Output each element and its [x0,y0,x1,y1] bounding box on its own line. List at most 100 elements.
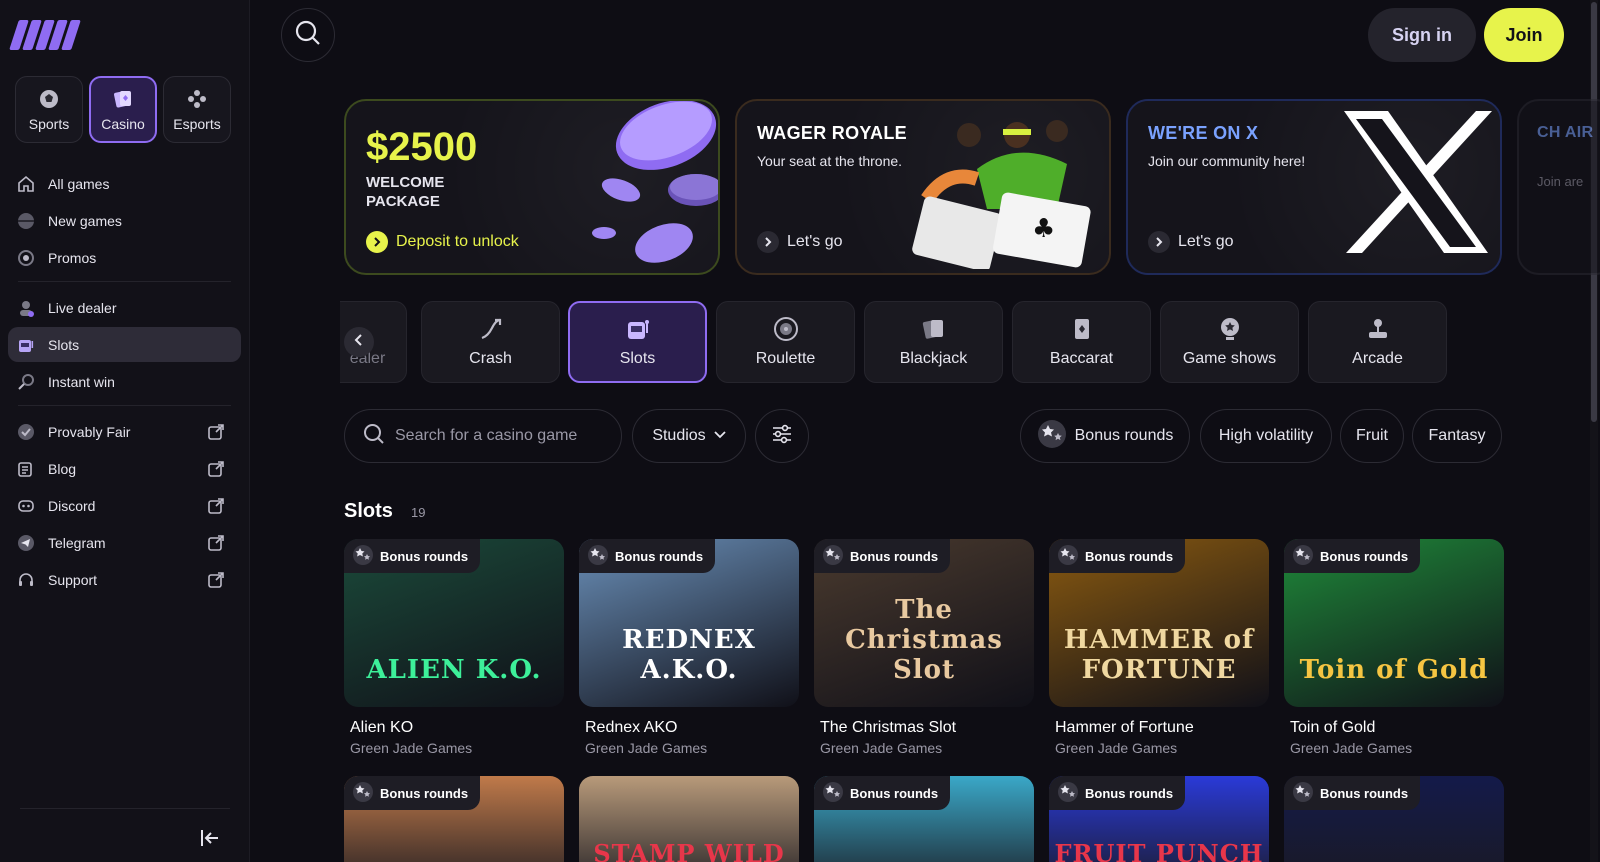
game-thumbnail[interactable]: Bonus rounds [814,776,1034,862]
game-card[interactable]: STAMP WILD [579,776,799,862]
global-search-button[interactable] [281,8,335,62]
sidebar-item-label: Instant win [48,373,115,390]
lets-go-link[interactable]: Let's go [757,231,843,253]
sidebar-divider [18,405,231,406]
game-thumbnail[interactable]: Bonus rounds Toin of Gold [1284,539,1504,707]
game-card[interactable]: Bonus rounds FRUIT PUNCH [1049,776,1269,862]
chip-slots[interactable]: Slots [568,301,707,383]
x-community-banner[interactable]: WE'RE ON X Join our community here! Let'… [1126,99,1502,275]
chip-blackjack[interactable]: Blackjack [864,301,1003,383]
sidebar-item-label: Promos [48,249,97,266]
chip-baccarat[interactable]: Baccarat [1012,301,1151,383]
slot-machine-icon [625,316,651,342]
game-thumbnail[interactable]: Bonus rounds REDNEX A.K.O. [579,539,799,707]
game-card[interactable]: Bonus rounds REDNEX A.K.O. Rednex AKO Green… [579,539,799,756]
bonus-rounds-badge: Bonus rounds [579,539,716,573]
casino-cards-icon [112,88,134,110]
game-search-input[interactable] [395,427,615,445]
welcome-package-banner[interactable]: $2500 WELCOME PACKAGE Deposit to unlock [344,99,720,275]
brand-logo[interactable] [9,20,81,50]
banner-description: Join our community here! [1148,153,1306,169]
game-card[interactable]: Bonus rounds HAMMER of FORTUNE Hammer of F… [1049,539,1269,756]
bonus-rounds-badge: Bonus rounds [1049,539,1186,573]
card-icon [1069,316,1095,342]
category-sports[interactable]: Sports [15,76,83,143]
sidebar-item-live-dealer[interactable]: Live dealer [8,290,241,325]
stars-icon [1292,781,1314,806]
game-thumbnail[interactable]: Bonus rounds HAMMER of FORTUNE [1049,539,1269,707]
tag-fantasy[interactable]: Fantasy [1412,409,1502,463]
sidebar-item-label: Telegram [48,534,106,551]
game-art-title: Toin of Gold [1299,655,1489,685]
sidebar-item-label: All games [48,175,110,192]
tag-fruit[interactable]: Fruit [1340,409,1404,463]
game-thumbnail[interactable]: Bonus rounds FRUIT PUNCH [1049,776,1269,862]
sidebar-item-label: Blog [48,460,77,477]
game-thumbnail[interactable]: Bonus rounds [344,776,564,862]
sidebar-item-slots[interactable]: Slots [8,327,241,362]
sidebar-item-support[interactable]: Support [8,562,241,597]
deposit-to-unlock-link[interactable]: Deposit to unlock [366,231,519,253]
sidebar-item-telegram[interactable]: Telegram [8,525,241,560]
bonus-rounds-badge: Bonus rounds [1284,539,1421,573]
game-card[interactable]: Bonus rounds [814,776,1034,862]
sidebar-item-discord[interactable]: Discord [8,488,241,523]
external-link-icon [207,497,225,515]
lets-go-link[interactable]: Let's go [1148,231,1234,253]
chevron-right-icon [757,231,779,253]
chip-crash[interactable]: Crash [421,301,560,383]
game-thumbnail[interactable]: Bonus rounds [1284,776,1504,862]
stars-icon [587,544,609,569]
banner-title: CH AIR [1537,124,1594,141]
game-art-title: STAMP WILD [593,839,785,862]
tag-bonus-rounds[interactable]: Bonus rounds [1020,409,1190,463]
game-thumbnail[interactable]: STAMP WILD [579,776,799,862]
chip-arcade[interactable]: Arcade [1308,301,1447,383]
category-esports[interactable]: Esports [163,76,231,143]
collapse-sidebar-icon[interactable] [198,826,222,850]
sidebar-item-blog[interactable]: Blog [8,451,241,486]
search-icon [363,423,385,450]
game-card[interactable]: Bonus rounds [1284,776,1504,862]
game-thumbnail[interactable]: Bonus rounds The Christmas Slot [814,539,1034,707]
game-thumbnail[interactable]: Bonus rounds ALIEN K.O. [344,539,564,707]
crash-icon [478,316,504,342]
game-name[interactable]: Rednex AKO [585,719,799,737]
studios-dropdown[interactable]: Studios [632,409,746,463]
sidebar-item-provably-fair[interactable]: Provably Fair [8,414,241,449]
cards-icon [921,316,947,342]
chips-scroll-left-button[interactable] [344,327,374,357]
instant-win-icon [16,372,36,392]
game-art-title: ALIEN K.O. [366,655,542,685]
game-card[interactable]: Bonus rounds ALIEN K.O. Alien KO Green Jade… [344,539,564,756]
game-art-title: HAMMER of FORTUNE [1063,625,1255,685]
sidebar-item-new-games[interactable]: New games [8,203,241,238]
sign-in-button[interactable]: Sign in [1368,8,1476,62]
game-name[interactable]: The Christmas Slot [820,719,1034,737]
sidebar-item-label: New games [48,212,122,229]
game-name[interactable]: Toin of Gold [1290,719,1504,737]
game-card[interactable]: Bonus rounds The Christmas Slot The Christ… [814,539,1034,756]
chip-roulette[interactable]: Roulette [716,301,855,383]
dealer-icon [16,298,36,318]
advanced-filters-button[interactable] [755,409,809,463]
game-search-field[interactable] [344,409,622,463]
chip-game-shows[interactable]: Game shows [1160,301,1299,383]
category-casino[interactable]: Casino [89,76,157,143]
bonus-rounds-badge: Bonus rounds [1049,776,1186,810]
sidebar-item-all-games[interactable]: All games [8,166,241,201]
game-card[interactable]: Bonus rounds Toin of Gold Toin of Gold Gree… [1284,539,1504,756]
wager-royale-banner[interactable]: WAGER ROYALE Your seat at the throne. ♣ … [735,99,1111,275]
app-root: Sports Casino Esports All games New game… [0,0,1600,862]
tag-high-volatility[interactable]: High volatility [1200,409,1332,463]
fair-icon [16,422,36,442]
game-name[interactable]: Alien KO [350,719,564,737]
bonus-rounds-badge: Bonus rounds [814,776,951,810]
join-button[interactable]: Join [1484,8,1564,62]
external-link-icon [207,534,225,552]
game-name[interactable]: Hammer of Fortune [1055,719,1269,737]
sidebar-item-instant-win[interactable]: Instant win [8,364,241,399]
sidebar-item-promos[interactable]: Promos [8,240,241,275]
partial-banner[interactable]: CH AIR Join are [1517,99,1600,275]
game-card[interactable]: Bonus rounds [344,776,564,862]
